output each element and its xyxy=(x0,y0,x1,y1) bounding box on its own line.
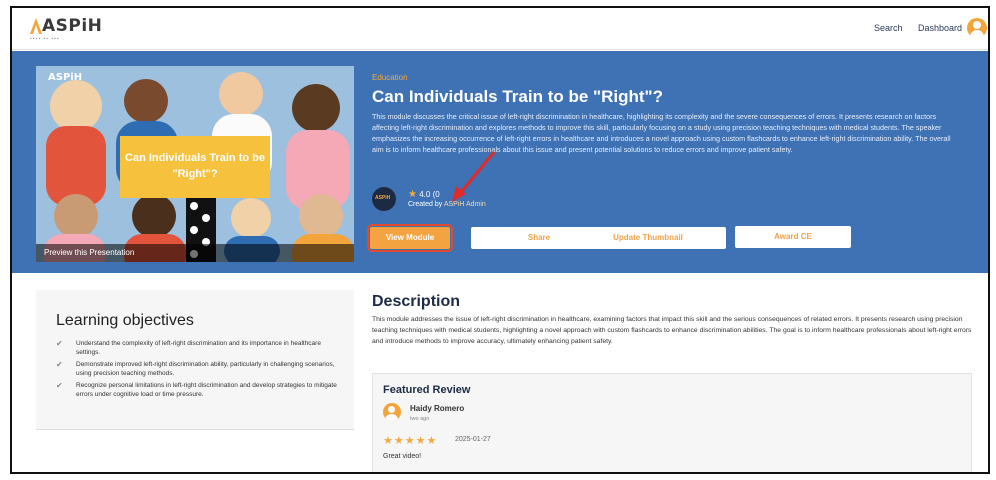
view-module-button[interactable]: View Module xyxy=(367,224,453,252)
check-icon: ✔ xyxy=(56,360,63,369)
featured-review-title: Featured Review xyxy=(383,384,471,396)
rating-summary: ★ 4.0 (0 xyxy=(408,189,440,200)
review-date: 2025-01-27 xyxy=(455,436,491,443)
objective-text: Understand the complexity of left-right … xyxy=(76,340,321,356)
reviewer-avatar-icon xyxy=(383,403,401,421)
avatar-body xyxy=(970,30,984,38)
description-text: This module addresses the issue of left-… xyxy=(372,316,972,345)
user-avatar-icon[interactable] xyxy=(967,18,987,38)
description-title: Description xyxy=(372,293,461,310)
module-thumbnail[interactable]: ASPiH Can Individuals Train to be "Right… xyxy=(36,66,354,262)
learning-objectives-title: Learning objectives xyxy=(56,312,194,329)
aspih-logo[interactable]: ASPiH ▪▪▪▪ ▪▪ ▪▪▪ xyxy=(28,14,102,44)
app-frame: ASPiH ▪▪▪▪ ▪▪ ▪▪▪ Search Dashboard ASPiH… xyxy=(10,6,990,474)
logo-subtext-icon: ▪▪▪▪ ▪▪ ▪▪▪ xyxy=(30,36,60,42)
module-title: Can Individuals Train to be "Right"? xyxy=(372,87,663,106)
objective-item: ✔ Recognize personal limitations in left… xyxy=(56,381,346,399)
top-header: ASPiH ▪▪▪▪ ▪▪ ▪▪▪ Search Dashboard xyxy=(12,8,988,50)
avatar-head xyxy=(973,21,981,29)
nav-search-link[interactable]: Search xyxy=(874,23,903,33)
category-label[interactable]: Education xyxy=(372,73,408,82)
check-icon: ✔ xyxy=(56,339,63,348)
rating-count: (0 xyxy=(432,190,440,199)
reviewer-name: Haidy Romero xyxy=(410,404,465,413)
annotation-arrow-icon xyxy=(452,151,496,202)
rating-value: 4.0 xyxy=(419,190,431,199)
module-hero: ASPiH Can Individuals Train to be "Right… xyxy=(12,51,988,273)
preview-caption-text: Preview this Presentation xyxy=(44,248,135,257)
review-text: Great video! xyxy=(383,453,422,460)
author-avatar: ASPiH xyxy=(372,187,396,211)
update-thumbnail-button[interactable]: Update Thumbnail xyxy=(570,227,726,249)
created-prefix: Created by xyxy=(408,201,443,208)
reviewer-avatar-body xyxy=(385,414,398,421)
objective-text: Demonstrate improved left-right discrimi… xyxy=(76,361,335,377)
thumbnail-title: Can Individuals Train to be "Right"? xyxy=(125,152,265,180)
award-ce-button[interactable]: Award CE xyxy=(735,226,851,248)
logo-text: ASPiH xyxy=(42,16,103,36)
objective-text: Recognize personal limitations in left-r… xyxy=(76,382,337,398)
review-time-ago: two ago xyxy=(410,416,430,422)
objective-item: ✔ Demonstrate improved left-right discri… xyxy=(56,360,346,378)
objectives-list: ✔ Understand the complexity of left-righ… xyxy=(56,339,346,402)
objective-item: ✔ Understand the complexity of left-righ… xyxy=(56,339,346,357)
preview-caption[interactable]: Preview this Presentation xyxy=(36,244,354,262)
featured-review-card: Featured Review Haidy Romero two ago ★★★… xyxy=(372,373,972,472)
thumbnail-title-card: Can Individuals Train to be "Right"? xyxy=(120,136,270,198)
check-icon: ✔ xyxy=(56,381,63,390)
learning-objectives-panel: Learning objectives ✔ Understand the com… xyxy=(36,290,354,430)
reviewer-avatar-head xyxy=(388,406,395,413)
star-icon: ★ xyxy=(408,189,417,200)
review-stars-icon: ★★★★★ xyxy=(383,435,438,447)
thumbnail-logo: ASPiH xyxy=(48,72,83,83)
nav-dashboard-link[interactable]: Dashboard xyxy=(918,23,962,33)
author-avatar-logo: ASPiH xyxy=(375,195,391,201)
